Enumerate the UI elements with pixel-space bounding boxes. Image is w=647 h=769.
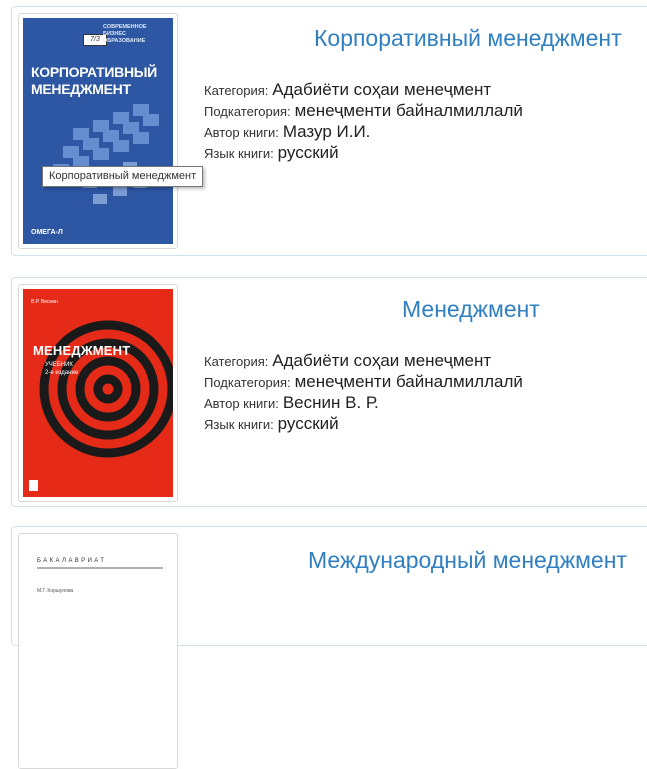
author-value: Мазур И.И.	[282, 122, 371, 141]
book-cover-link[interactable]: БАКАЛАВРИАТ М.Г. Коршунова	[18, 533, 178, 769]
language-value: русский	[277, 414, 339, 433]
cover-title: МЕНЕДЖМЕНТ	[33, 343, 131, 358]
book-card: В.Р. Веснин МЕНЕДЖМЕНТ УЧЕБНИК 2-е издан…	[11, 277, 647, 507]
subcategory-value: менеҷменти байналмиллалӣ	[294, 101, 523, 120]
subcategory-value: менеҷменти байналмиллалӣ	[294, 372, 523, 391]
cover-author: В.Р. Веснин	[31, 299, 58, 305]
book-cover-image: БАКАЛАВРИАТ М.Г. Коршунова	[23, 538, 173, 764]
cover-subtitle: УЧЕБНИК 2-е издание	[45, 361, 78, 377]
cover-tooltip: Корпоративный менеджмент	[42, 166, 204, 187]
author-label: Автор книги:	[204, 396, 279, 411]
category-value: Адабиёти соҳаи менеҷмент	[272, 351, 492, 370]
book-cover-image: В.Р. Веснин МЕНЕДЖМЕНТ УЧЕБНИК 2-е издан…	[23, 289, 173, 497]
author-value: Веснин В. Р.	[282, 393, 379, 412]
category-value: Адабиёти соҳаи менеҷмент	[272, 80, 492, 99]
subcategory-label: Подкатегория:	[204, 375, 291, 390]
cover-rule-graphic	[37, 567, 163, 569]
book-cover-link[interactable]: В.Р. Веснин МЕНЕДЖМЕНТ УЧЕБНИК 2-е издан…	[18, 284, 178, 502]
book-card: 7/3 СОВРЕМЕННОЕ БИЗНЕС ОБРАЗОВАНИЕ КОРПО…	[11, 6, 647, 256]
category-label: Категория:	[204, 83, 269, 98]
book-card: БАКАЛАВРИАТ М.Г. Коршунова Международный…	[11, 526, 647, 769]
category-label: Категория:	[204, 354, 269, 369]
cover-author: М.Г. Коршунова	[37, 588, 74, 594]
language-value: русский	[277, 143, 339, 162]
cover-publisher: ОМЕГА-Л	[31, 229, 63, 236]
cover-title: КОРПОРАТИВНЫЙ МЕНЕДЖМЕНТ	[31, 64, 157, 97]
cover-series: СОВРЕМЕННОЕ БИЗНЕС ОБРАЗОВАНИЕ	[103, 24, 147, 44]
cover-spiral-graphic	[39, 320, 173, 458]
book-meta: Категория: Адабиёти соҳаи менеҷмент Подк…	[204, 80, 523, 164]
publisher-logo-icon	[29, 480, 38, 491]
book-title-link[interactable]: Менеджмент	[402, 296, 540, 323]
cover-cubes-graphic	[53, 104, 159, 204]
book-cover-image: 7/3 СОВРЕМЕННОЕ БИЗНЕС ОБРАЗОВАНИЕ КОРПО…	[23, 18, 173, 244]
cover-subtitle-text: УЧЕБНИК	[45, 362, 73, 368]
book-meta: Категория: Адабиёти соҳаи менеҷмент Подк…	[204, 351, 523, 435]
subcategory-label: Подкатегория:	[204, 104, 291, 119]
book-cover-link[interactable]: 7/3 СОВРЕМЕННОЕ БИЗНЕС ОБРАЗОВАНИЕ КОРПО…	[18, 13, 178, 249]
book-title-link[interactable]: Корпоративный менеджмент	[314, 25, 622, 52]
language-label: Язык книги:	[204, 146, 274, 161]
language-label: Язык книги:	[204, 417, 274, 432]
book-title-link[interactable]: Международный менеджмент	[308, 547, 627, 574]
cover-edition: 2-е издание	[45, 370, 79, 376]
author-label: Автор книги:	[204, 125, 279, 140]
